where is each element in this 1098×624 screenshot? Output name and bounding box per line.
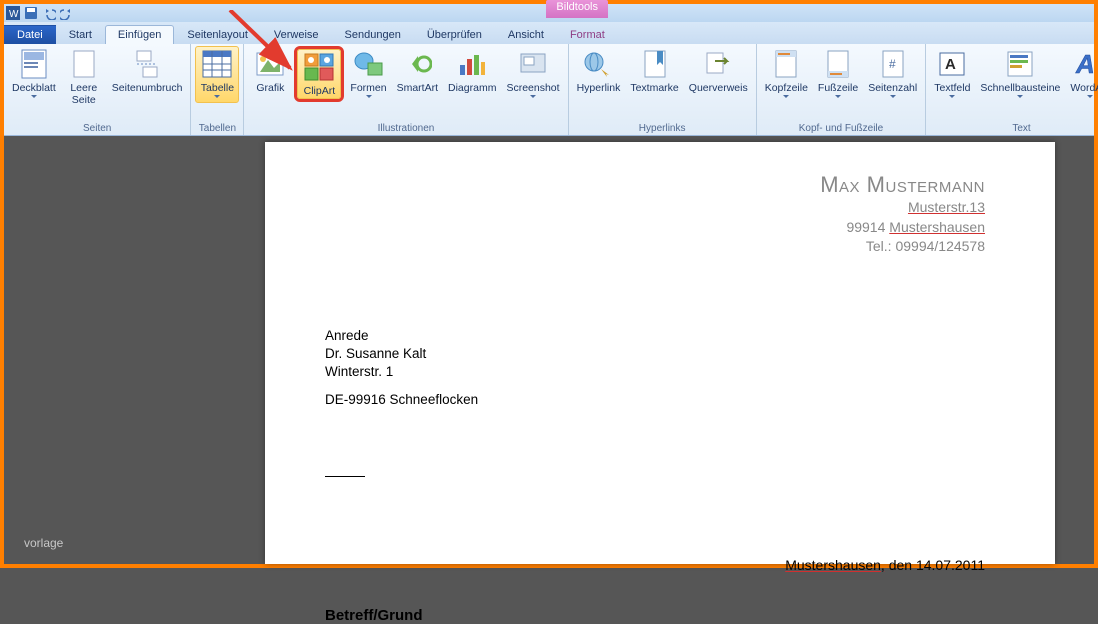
contextual-tab-caption: Bildtools bbox=[546, 0, 608, 18]
group-label-kopffuss: Kopf- und Fußzeile bbox=[761, 122, 922, 135]
group-seiten: Deckblatt Leere Seite Seitenumbruch Seit… bbox=[4, 44, 191, 135]
chart-icon bbox=[456, 48, 488, 80]
kopfzeile-button[interactable]: Kopfzeile bbox=[761, 46, 812, 103]
crossref-icon bbox=[702, 48, 734, 80]
svg-text:A: A bbox=[1075, 51, 1095, 77]
dateline: Mustershausen, den 14.07.2011 bbox=[325, 557, 995, 573]
hyperlink-button[interactable]: Hyperlink bbox=[573, 46, 625, 96]
tab-format[interactable]: Format bbox=[557, 25, 618, 44]
group-text: A Textfeld Schnellbausteine A WordArt Te… bbox=[926, 44, 1098, 135]
group-illustrationen: Grafik ClipArt Formen SmartArt Diagramm bbox=[244, 44, 568, 135]
textbox-icon: A bbox=[936, 48, 968, 80]
sender-tel: Tel.: 09994/124578 bbox=[866, 238, 985, 254]
textfeld-button[interactable]: A Textfeld bbox=[930, 46, 974, 103]
fold-mark bbox=[325, 476, 365, 477]
sender-city: Mustershausen bbox=[889, 219, 985, 235]
undo-icon[interactable] bbox=[42, 6, 56, 20]
smartart-button[interactable]: SmartArt bbox=[393, 46, 442, 96]
document-page[interactable]: Max Mustermann Musterstr.13 99914 Muster… bbox=[265, 142, 1055, 564]
quickparts-icon bbox=[1004, 48, 1036, 80]
formen-button[interactable]: Formen bbox=[346, 46, 390, 103]
rcpt-anrede: Anrede bbox=[325, 327, 995, 345]
word-app-icon: W bbox=[6, 6, 20, 20]
clipart-icon bbox=[303, 51, 335, 83]
tab-ansicht[interactable]: Ansicht bbox=[495, 25, 557, 44]
tab-ueberpruefen[interactable]: Überprüfen bbox=[414, 25, 495, 44]
bookmark-icon bbox=[639, 48, 671, 80]
diagramm-button[interactable]: Diagramm bbox=[444, 46, 500, 96]
header-icon bbox=[770, 48, 802, 80]
shapes-icon bbox=[353, 48, 385, 80]
clipart-highlight: ClipArt bbox=[294, 46, 344, 102]
group-label-hyperlinks: Hyperlinks bbox=[573, 122, 752, 135]
blank-page-icon bbox=[68, 48, 100, 80]
wordart-icon: A bbox=[1074, 48, 1098, 80]
tab-seitenlayout[interactable]: Seitenlayout bbox=[174, 25, 261, 44]
fusszeile-button[interactable]: Fußzeile bbox=[814, 46, 862, 103]
table-icon bbox=[201, 48, 233, 80]
group-kopf-fuss: Kopfzeile Fußzeile # Seitenzahl Kopf- un… bbox=[757, 44, 927, 135]
sender-block: Max Mustermann Musterstr.13 99914 Muster… bbox=[325, 172, 985, 257]
textmarke-button[interactable]: Textmarke bbox=[626, 46, 682, 96]
rcpt-name: Dr. Susanne Kalt bbox=[325, 345, 995, 363]
sender-name: Max Mustermann bbox=[325, 172, 985, 198]
screenshot-icon bbox=[517, 48, 549, 80]
grafik-button[interactable]: Grafik bbox=[248, 46, 292, 96]
tab-sendungen[interactable]: Sendungen bbox=[332, 25, 414, 44]
rcpt-city: DE-99916 Schneeflocken bbox=[325, 391, 995, 409]
wordart-button[interactable]: A WordArt bbox=[1066, 46, 1098, 103]
seitenzahl-button[interactable]: # Seitenzahl bbox=[864, 46, 921, 103]
schnellbausteine-button[interactable]: Schnellbausteine bbox=[976, 46, 1064, 103]
hyperlink-icon bbox=[582, 48, 614, 80]
group-label-seiten: Seiten bbox=[8, 122, 186, 135]
querverweis-button[interactable]: Querverweis bbox=[685, 46, 752, 96]
group-label-text: Text bbox=[930, 122, 1098, 135]
footer-icon bbox=[822, 48, 854, 80]
page-break-icon bbox=[131, 48, 163, 80]
tab-start[interactable]: Start bbox=[56, 25, 105, 44]
picture-icon bbox=[254, 48, 286, 80]
subject: Betreff/Grund bbox=[325, 607, 995, 624]
group-label-tabellen: Tabellen bbox=[195, 122, 239, 135]
tabelle-button[interactable]: Tabelle bbox=[195, 46, 239, 103]
save-icon[interactable] bbox=[24, 6, 38, 20]
svg-text:#: # bbox=[889, 57, 896, 71]
redo-icon[interactable] bbox=[60, 6, 74, 20]
pagenumber-icon: # bbox=[877, 48, 909, 80]
clipart-button[interactable]: ClipArt bbox=[297, 49, 341, 99]
watermark: vorlage bbox=[24, 536, 63, 550]
group-label-illustrationen: Illustrationen bbox=[248, 122, 563, 135]
ribbon: Deckblatt Leere Seite Seitenumbruch Seit… bbox=[4, 44, 1094, 136]
coverpage-icon bbox=[18, 48, 50, 80]
tab-verweise[interactable]: Verweise bbox=[261, 25, 332, 44]
rcpt-street: Winterstr. 1 bbox=[325, 363, 995, 381]
sender-street: Musterstr.13 bbox=[908, 199, 985, 215]
group-tabellen: Tabelle Tabellen bbox=[191, 44, 244, 135]
deckblatt-button[interactable]: Deckblatt bbox=[8, 46, 60, 103]
svg-text:W: W bbox=[9, 9, 19, 20]
screenshot-button[interactable]: Screenshot bbox=[502, 46, 563, 103]
recipient-block: Anrede Dr. Susanne Kalt Winterstr. 1 DE-… bbox=[325, 327, 995, 410]
tab-file[interactable]: Datei bbox=[4, 25, 56, 44]
seitenumbruch-button[interactable]: Seitenumbruch bbox=[108, 46, 187, 96]
smartart-icon bbox=[401, 48, 433, 80]
leere-seite-button[interactable]: Leere Seite bbox=[62, 46, 106, 108]
svg-text:A: A bbox=[945, 56, 956, 73]
tab-einfuegen[interactable]: Einfügen bbox=[105, 25, 174, 44]
ribbon-tabs: Datei Start Einfügen Seitenlayout Verwei… bbox=[4, 22, 1094, 44]
document-area: vorlage Max Mustermann Musterstr.13 9991… bbox=[4, 136, 1094, 564]
group-hyperlinks: Hyperlink Textmarke Querverweis Hyperlin… bbox=[569, 44, 757, 135]
